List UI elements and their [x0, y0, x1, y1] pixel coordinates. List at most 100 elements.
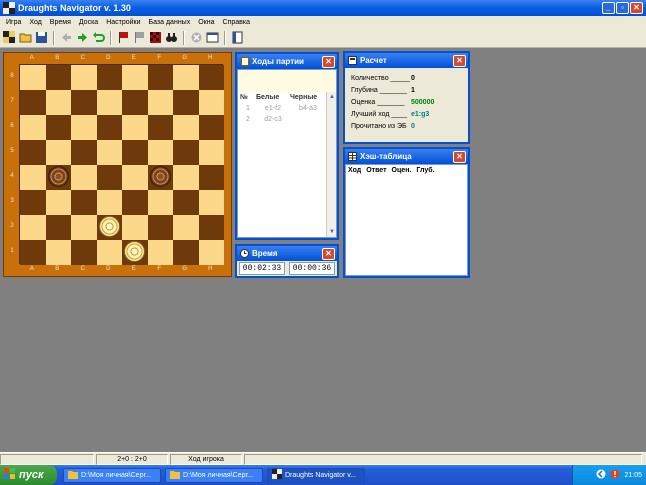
board-square-d3[interactable] — [96, 190, 122, 215]
app-icon[interactable] — [3, 2, 15, 14]
board-square-b2[interactable] — [45, 215, 71, 240]
board-square-g6[interactable] — [173, 115, 199, 140]
taskbar-item-folder-1[interactable]: D:\Моя личная\Серг... — [63, 467, 161, 483]
board-square-f8[interactable] — [147, 65, 173, 90]
scroll-up-icon[interactable]: ▲ — [327, 92, 337, 102]
board-square-b7[interactable] — [45, 90, 71, 115]
board-square-f3[interactable] — [147, 190, 173, 215]
board-square-c1[interactable] — [71, 240, 97, 265]
arrow-left-icon[interactable] — [59, 30, 74, 45]
board-square-f4[interactable] — [147, 165, 173, 190]
moves-panel-header[interactable]: Ходы партии ✕ — [237, 54, 337, 69]
board-square-e6[interactable] — [122, 115, 148, 140]
menu-database[interactable]: База данных — [145, 19, 195, 26]
board-square-a1[interactable] — [20, 240, 46, 265]
save-icon[interactable] — [34, 30, 49, 45]
board-square-c7[interactable] — [71, 90, 97, 115]
moves-panel-close-button[interactable]: ✕ — [322, 55, 335, 68]
maximize-button[interactable]: ▫ — [616, 2, 629, 14]
board-square-a4[interactable] — [20, 165, 46, 190]
board-square-b3[interactable] — [45, 190, 71, 215]
board-square-c2[interactable] — [71, 215, 97, 240]
board-square-d5[interactable] — [96, 140, 122, 165]
draughts-board[interactable] — [19, 64, 224, 265]
board-square-f2[interactable] — [147, 215, 173, 240]
calc-panel-close-button[interactable]: ✕ — [453, 54, 466, 67]
board-square-e1[interactable] — [122, 240, 148, 265]
calc-panel-header[interactable]: Расчет ✕ — [345, 53, 468, 68]
board-square-g8[interactable] — [173, 65, 199, 90]
board-square-c8[interactable] — [71, 65, 97, 90]
board-square-d4[interactable] — [96, 165, 122, 190]
taskbar-item-folder-2[interactable]: D:\Моя личная\Серг... — [165, 467, 263, 483]
board-square-f5[interactable] — [147, 140, 173, 165]
white-piece[interactable] — [124, 241, 145, 262]
board-square-g4[interactable] — [173, 165, 199, 190]
board-square-g3[interactable] — [173, 190, 199, 215]
board-square-f1[interactable] — [147, 240, 173, 265]
menu-board[interactable]: Доска — [75, 19, 102, 26]
board-square-b1[interactable] — [45, 240, 71, 265]
binoculars-icon[interactable] — [164, 30, 179, 45]
new-game-icon[interactable] — [2, 30, 17, 45]
board-square-g2[interactable] — [173, 215, 199, 240]
board-square-h6[interactable] — [198, 115, 224, 140]
board-square-h8[interactable] — [198, 65, 224, 90]
board-square-b5[interactable] — [45, 140, 71, 165]
arrow-right-icon[interactable] — [75, 30, 90, 45]
board-square-h4[interactable] — [198, 165, 224, 190]
board-square-h5[interactable] — [198, 140, 224, 165]
taskbar-item-draughts[interactable]: Draughts Navigator v... — [267, 467, 365, 483]
minimize-button[interactable]: _ — [602, 2, 615, 14]
warning-icon[interactable] — [610, 469, 620, 481]
menu-time[interactable]: Время — [46, 19, 75, 26]
moves-scrollbar[interactable]: ▲ ▼ — [326, 92, 336, 237]
board-square-g7[interactable] — [173, 90, 199, 115]
white-piece[interactable] — [98, 216, 120, 237]
board-square-a8[interactable] — [20, 65, 46, 90]
black-piece[interactable] — [47, 166, 69, 187]
board-square-d1[interactable] — [96, 240, 122, 265]
table-row[interactable]: 1 e1-f2 b4-a3 — [238, 103, 326, 114]
menu-move[interactable]: Ход — [25, 19, 45, 26]
board-square-e2[interactable] — [122, 215, 148, 240]
close-button[interactable]: ✕ — [630, 2, 643, 14]
board-square-g5[interactable] — [173, 140, 199, 165]
board-square-e3[interactable] — [122, 190, 148, 215]
time-panel-close-button[interactable]: ✕ — [322, 247, 335, 260]
board-square-h7[interactable] — [198, 90, 224, 115]
hash-panel-header[interactable]: Хэш-таблица ✕ — [345, 149, 468, 164]
board-square-e8[interactable] — [122, 65, 148, 90]
menu-help[interactable]: Справка — [219, 19, 254, 26]
board-square-d6[interactable] — [96, 115, 122, 140]
flag-icon[interactable] — [116, 30, 131, 45]
board-square-e5[interactable] — [122, 140, 148, 165]
table-row[interactable]: 2 d2-c3 — [238, 114, 326, 125]
stop-icon[interactable] — [189, 30, 204, 45]
board-square-e7[interactable] — [122, 90, 148, 115]
board-square-b4[interactable] — [45, 165, 71, 190]
open-folder-icon[interactable] — [18, 30, 33, 45]
menu-game[interactable]: Игра — [2, 19, 25, 26]
board-square-e4[interactable] — [122, 165, 148, 190]
menu-windows[interactable]: Окна — [194, 19, 218, 26]
time-panel-header[interactable]: Время ✕ — [237, 246, 337, 261]
black-piece[interactable] — [149, 166, 171, 187]
board-square-b6[interactable] — [45, 115, 71, 140]
board-square-a5[interactable] — [20, 140, 46, 165]
board-square-g1[interactable] — [173, 240, 199, 265]
board-square-a6[interactable] — [20, 115, 46, 140]
settings-window-icon[interactable] — [205, 30, 220, 45]
board-square-c3[interactable] — [71, 190, 97, 215]
menu-settings[interactable]: Настройки — [102, 19, 144, 26]
board-square-f7[interactable] — [147, 90, 173, 115]
start-button[interactable]: пуск — [0, 465, 57, 485]
board-square-d2[interactable] — [96, 215, 122, 240]
scroll-down-icon[interactable]: ▼ — [327, 227, 337, 237]
board-square-h1[interactable] — [198, 240, 224, 265]
board-square-c5[interactable] — [71, 140, 97, 165]
help-book-icon[interactable] — [230, 30, 245, 45]
board-square-a7[interactable] — [20, 90, 46, 115]
flag-gray-icon[interactable] — [132, 30, 147, 45]
back-arrow-icon[interactable] — [596, 469, 606, 481]
